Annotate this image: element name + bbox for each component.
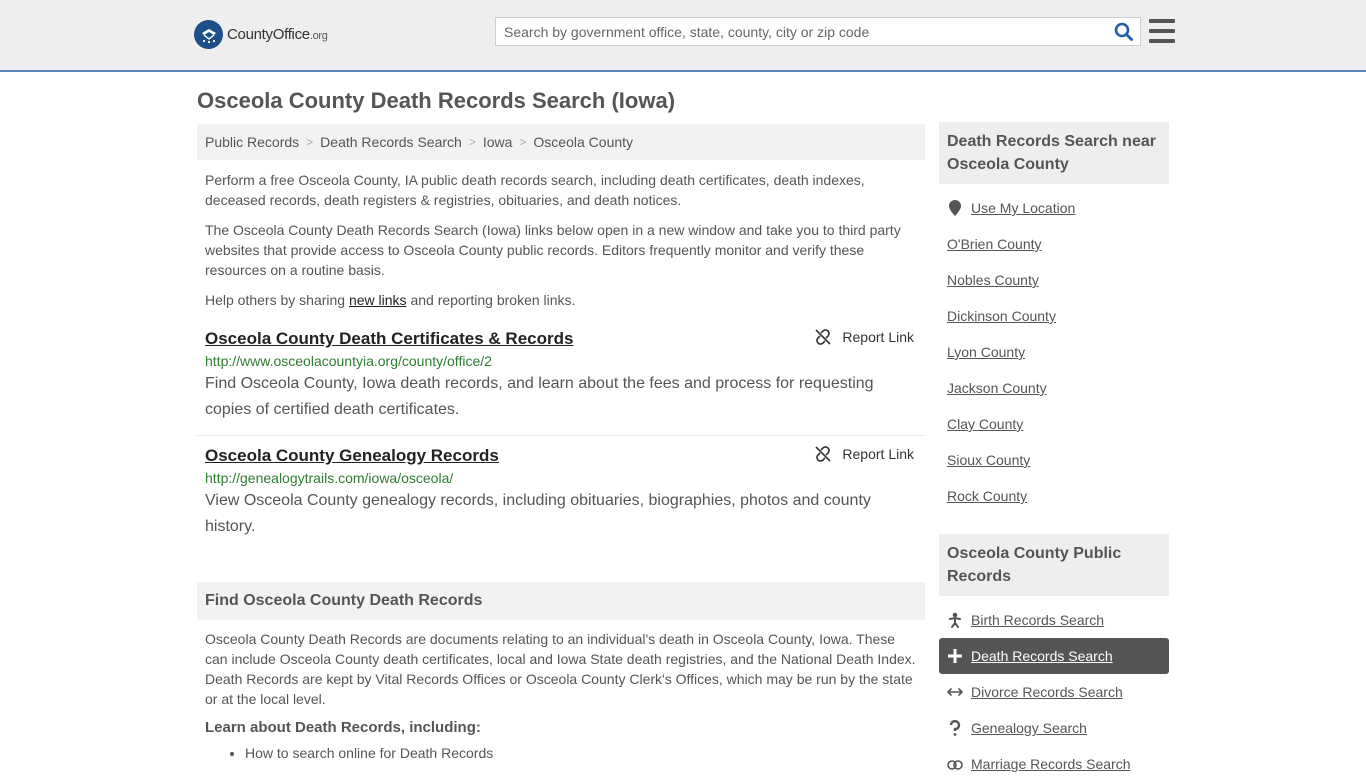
sidebar-item-death-records[interactable]: Death Records Search bbox=[939, 638, 1169, 674]
main-content: Public Records > Death Records Search > … bbox=[197, 124, 925, 761]
report-link-button[interactable]: Report Link bbox=[815, 446, 914, 462]
use-my-location-link[interactable]: Use My Location bbox=[971, 200, 1075, 216]
sidebar-item-lyon-county[interactable]: Lyon County bbox=[939, 334, 1169, 370]
sidebar-item-birth-records[interactable]: Birth Records Search bbox=[939, 602, 1169, 638]
learn-heading: Learn about Death Records, including: bbox=[205, 719, 481, 736]
hamburger-menu-icon[interactable] bbox=[1149, 19, 1175, 43]
breadcrumb-separator: > bbox=[519, 135, 527, 149]
logo-main: CountyOffice bbox=[227, 26, 310, 43]
public-records-heading: Osceola County Public Records bbox=[939, 534, 1169, 596]
broken-link-icon bbox=[815, 446, 831, 462]
result-title-link[interactable]: Osceola County Death Certificates & Reco… bbox=[205, 329, 573, 349]
breadcrumb: Public Records > Death Records Search > … bbox=[197, 124, 925, 160]
county-link[interactable]: O'Brien County bbox=[947, 236, 1042, 252]
map-marker-icon bbox=[947, 200, 963, 216]
breadcrumb-iowa[interactable]: Iowa bbox=[483, 134, 513, 150]
sidebar-item-dickinson-county[interactable]: Dickinson County bbox=[939, 298, 1169, 334]
arrows-icon bbox=[947, 684, 963, 700]
nearby-list: Use My Location O'Brien County Nobles Co… bbox=[939, 190, 1169, 514]
logo-badge-icon bbox=[194, 20, 223, 49]
county-link[interactable]: Rock County bbox=[947, 488, 1027, 504]
intro-paragraph-1: Perform a free Osceola County, IA public… bbox=[205, 172, 865, 208]
page-title: Osceola County Death Records Search (Iow… bbox=[197, 88, 676, 113]
broken-link-icon bbox=[815, 329, 831, 345]
search-box bbox=[495, 17, 1141, 46]
logo-text: CountyOffice.org bbox=[227, 26, 328, 43]
question-icon bbox=[947, 720, 963, 736]
result-item: Osceola County Genealogy Records Report … bbox=[197, 446, 925, 540]
result-description: Find Osceola County, Iowa death records,… bbox=[205, 375, 874, 418]
genealogy-link[interactable]: Genealogy Search bbox=[971, 720, 1087, 736]
report-link-label: Report Link bbox=[842, 446, 914, 462]
baby-icon bbox=[947, 612, 963, 628]
breadcrumb-separator: > bbox=[468, 135, 476, 149]
logo-suffix: .org bbox=[309, 30, 328, 42]
result-url: http://www.osceolacountyia.org/county/of… bbox=[205, 353, 492, 369]
sidebar-item-marriage-records[interactable]: Marriage Records Search bbox=[939, 746, 1169, 782]
result-title-link[interactable]: Osceola County Genealogy Records bbox=[205, 446, 499, 466]
learn-list-item: How to search online for Death Records bbox=[245, 745, 925, 761]
new-links-link[interactable]: new links bbox=[349, 292, 407, 308]
breadcrumb-separator: > bbox=[306, 135, 314, 149]
intro-paragraph-3: Help others by sharing new links and rep… bbox=[205, 290, 917, 310]
sidebar-item-sioux-county[interactable]: Sioux County bbox=[939, 442, 1169, 478]
site-logo[interactable]: CountyOffice.org bbox=[194, 20, 328, 49]
breadcrumb-osceola-county[interactable]: Osceola County bbox=[533, 134, 633, 150]
share-text-before: Help others by sharing bbox=[205, 292, 349, 308]
share-text-after: and reporting broken links. bbox=[406, 292, 576, 308]
report-link-label: Report Link bbox=[842, 329, 914, 345]
result-item: Osceola County Death Certificates & Reco… bbox=[197, 329, 925, 436]
result-description: View Osceola County genealogy records, i… bbox=[205, 492, 871, 535]
report-link-button[interactable]: Report Link bbox=[815, 329, 914, 345]
learn-list: How to search online for Death Records bbox=[197, 745, 925, 761]
find-records-heading: Find Osceola County Death Records bbox=[197, 582, 925, 620]
cross-icon bbox=[947, 648, 963, 664]
county-link[interactable]: Sioux County bbox=[947, 452, 1030, 468]
nearby-heading: Death Records Search near Osceola County bbox=[939, 122, 1169, 184]
birth-records-link[interactable]: Birth Records Search bbox=[971, 612, 1104, 628]
site-header: CountyOffice.org bbox=[0, 0, 1366, 72]
search-icon bbox=[1114, 22, 1133, 41]
county-link[interactable]: Clay County bbox=[947, 416, 1023, 432]
county-link[interactable]: Lyon County bbox=[947, 344, 1025, 360]
intro-paragraph-2: The Osceola County Death Records Search … bbox=[205, 222, 901, 278]
sidebar: Death Records Search near Osceola County… bbox=[939, 122, 1169, 782]
sidebar-item-obrien-county[interactable]: O'Brien County bbox=[939, 226, 1169, 262]
marriage-records-link[interactable]: Marriage Records Search bbox=[971, 756, 1131, 772]
breadcrumb-public-records[interactable]: Public Records bbox=[205, 134, 299, 150]
intro-text: Perform a free Osceola County, IA public… bbox=[197, 170, 925, 310]
death-records-link[interactable]: Death Records Search bbox=[971, 648, 1113, 664]
find-records-text: Osceola County Death Records are documen… bbox=[205, 631, 916, 707]
search-input[interactable] bbox=[496, 18, 1106, 45]
sidebar-item-clay-county[interactable]: Clay County bbox=[939, 406, 1169, 442]
divorce-records-link[interactable]: Divorce Records Search bbox=[971, 684, 1123, 700]
result-url: http://genealogytrails.com/iowa/osceola/ bbox=[205, 470, 454, 486]
county-link[interactable]: Jackson County bbox=[947, 380, 1047, 396]
county-link[interactable]: Nobles County bbox=[947, 272, 1039, 288]
search-button[interactable] bbox=[1106, 18, 1140, 45]
public-records-list: Birth Records Search Death Records Searc… bbox=[939, 602, 1169, 782]
sidebar-item-divorce-records[interactable]: Divorce Records Search bbox=[939, 674, 1169, 710]
sidebar-item-genealogy[interactable]: Genealogy Search bbox=[939, 710, 1169, 746]
sidebar-item-jackson-county[interactable]: Jackson County bbox=[939, 370, 1169, 406]
sidebar-item-use-my-location[interactable]: Use My Location bbox=[939, 190, 1169, 226]
sidebar-item-rock-county[interactable]: Rock County bbox=[939, 478, 1169, 514]
rings-icon bbox=[947, 756, 963, 772]
sidebar-item-nobles-county[interactable]: Nobles County bbox=[939, 262, 1169, 298]
county-link[interactable]: Dickinson County bbox=[947, 308, 1056, 324]
breadcrumb-death-records-search[interactable]: Death Records Search bbox=[320, 134, 462, 150]
